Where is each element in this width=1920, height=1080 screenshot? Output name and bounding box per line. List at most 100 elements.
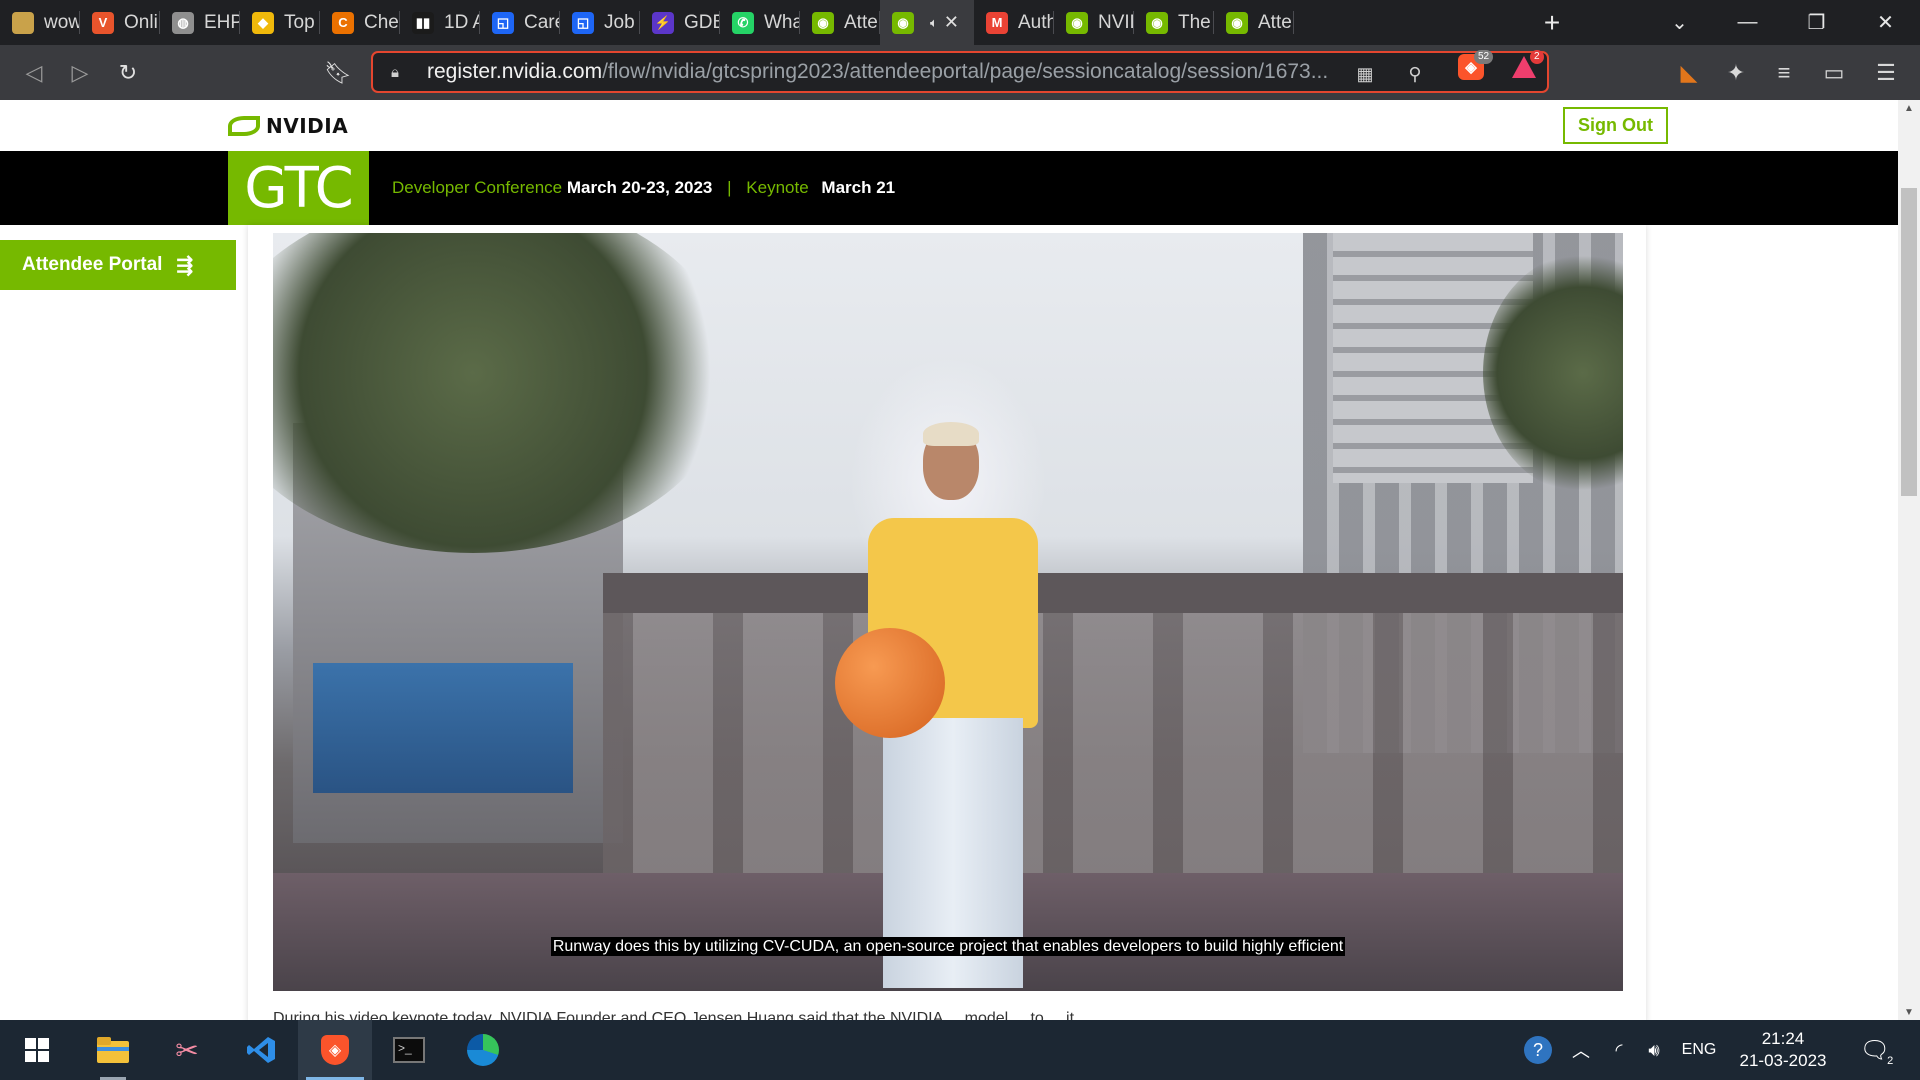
vivaldi-icon: V bbox=[92, 11, 114, 34]
conference-info: Developer Conference March 20-23, 2023 |… bbox=[392, 178, 895, 198]
nvidia-icon: ◉ bbox=[1066, 11, 1088, 34]
browser-tab[interactable]: ◉ The # bbox=[1134, 0, 1214, 45]
attendee-portal-button[interactable]: Attendee Portal ⇶ bbox=[0, 240, 236, 290]
back-button[interactable]: ◁ bbox=[16, 55, 52, 91]
lock-icon: 🔒︎ bbox=[391, 63, 399, 81]
terminal-icon: >_ bbox=[393, 1037, 425, 1063]
browser-tab[interactable]: V Online bbox=[80, 0, 160, 45]
gtc-logo[interactable]: GTC bbox=[228, 151, 369, 225]
browser-tab[interactable]: wow! bbox=[0, 0, 80, 45]
close-window-button[interactable]: ✕ bbox=[1851, 0, 1920, 45]
chegg-icon: C bbox=[332, 11, 354, 34]
scroll-thumb[interactable] bbox=[1901, 188, 1917, 496]
browser-tab[interactable]: ◆ Top C bbox=[240, 0, 320, 45]
start-button[interactable] bbox=[0, 1020, 74, 1080]
tab-title: NVID bbox=[1098, 11, 1134, 33]
tab-title: EHPD bbox=[204, 11, 240, 33]
browser-tab[interactable]: ◉ NVID bbox=[1054, 0, 1134, 45]
url-text[interactable]: register.nvidia.com/flow/nvidia/gtcsprin… bbox=[427, 60, 1337, 84]
browser-tab[interactable]: M Auth bbox=[974, 0, 1054, 45]
browser-tab[interactable]: ✆ WhatsApp bbox=[720, 0, 800, 45]
notification-center-icon[interactable]: 🗨︎ 2 bbox=[1855, 1020, 1897, 1080]
tab-title: The # bbox=[1178, 11, 1214, 33]
divider: | bbox=[727, 178, 732, 197]
help-icon[interactable]: ? bbox=[1518, 1020, 1558, 1080]
binance-icon: ◆ bbox=[252, 11, 274, 34]
tab-title: Online bbox=[124, 11, 160, 33]
language-indicator[interactable]: ENG bbox=[1674, 1020, 1724, 1080]
file-explorer-button[interactable] bbox=[76, 1020, 150, 1080]
snipping-tool-button[interactable]: ✂ bbox=[150, 1020, 224, 1080]
nvidia-icon: ◉ bbox=[812, 11, 834, 34]
edge-button[interactable] bbox=[446, 1020, 520, 1080]
shields-count-badge: 52 bbox=[1474, 50, 1494, 64]
browser-tab[interactable]: ▮▮ 1D A bbox=[400, 0, 480, 45]
scroll-down-arrow[interactable]: ▼ bbox=[1898, 1004, 1920, 1020]
browser-tab[interactable]: ◉ 🔈︎ ✕ bbox=[880, 0, 974, 45]
tab-title: 1D A bbox=[444, 11, 480, 33]
nvidia-icon: ◉ bbox=[1226, 11, 1248, 34]
browser-tab[interactable]: ◱ Job C bbox=[560, 0, 640, 45]
browser-tab[interactable]: ◍ EHPD bbox=[160, 0, 240, 45]
web-page: NVIDIA Sign Out GTC Developer Conference… bbox=[0, 100, 1898, 1020]
tab-close-icon[interactable]: ✕ bbox=[944, 12, 959, 33]
restore-button[interactable]: ❐ bbox=[1782, 0, 1851, 45]
tab-audio-icon[interactable]: 🔈︎ bbox=[930, 15, 938, 31]
reload-button[interactable]: ↻ bbox=[110, 55, 146, 91]
clock[interactable]: 21:24 21-03-2023 bbox=[1735, 1028, 1831, 1072]
wallet-icon[interactable]: ▭ bbox=[1816, 55, 1852, 91]
new-tab-button[interactable]: + bbox=[1527, 0, 1577, 45]
nvidia-logo[interactable]: NVIDIA bbox=[228, 114, 348, 138]
browser-tab[interactable]: ◉ Atten bbox=[800, 0, 880, 45]
dev-conf-label: Developer Conference bbox=[392, 178, 563, 197]
edge-icon bbox=[467, 1034, 499, 1066]
sign-out-button[interactable]: Sign Out bbox=[1563, 107, 1668, 144]
bookmark-icon[interactable]: 🔖︎ bbox=[320, 55, 356, 91]
tab-title: wow! bbox=[44, 11, 80, 33]
notification-count: 2 bbox=[1884, 1054, 1897, 1067]
address-bar[interactable]: 🔒︎ register.nvidia.com/flow/nvidia/gtcsp… bbox=[371, 51, 1549, 93]
video-caption: Runway does this by utilizing CV-CUDA, a… bbox=[550, 937, 1346, 956]
windows-taskbar: ✂ ◈ >_ ? ︿ ◜ 🔊︎ ENG 21:24 21-03-2023 🗨︎ 2 bbox=[0, 1020, 1920, 1080]
zoom-icon[interactable]: ⚲ bbox=[1403, 62, 1427, 86]
wifi-icon[interactable]: ◜ bbox=[1604, 1020, 1634, 1080]
volume-icon[interactable]: 🔊︎ bbox=[1639, 1020, 1669, 1080]
extensions-icon[interactable]: ✦ bbox=[1718, 55, 1754, 91]
qr-code-icon[interactable]: ▦ bbox=[1353, 62, 1377, 86]
tab-title: Career bbox=[524, 11, 560, 33]
tab-title: WhatsApp bbox=[764, 11, 800, 33]
tab-title: Atten bbox=[844, 11, 880, 33]
clock-time: 21:24 bbox=[1761, 1029, 1805, 1048]
browser-tab[interactable]: ⚡ GDB bbox=[640, 0, 720, 45]
metamask-icon[interactable]: ◣ bbox=[1671, 55, 1707, 91]
browser-tab[interactable]: ◉ Atten bbox=[1214, 0, 1294, 45]
keynote-label: Keynote bbox=[746, 178, 809, 197]
tab-search-icon[interactable]: ⌄ bbox=[1645, 0, 1714, 45]
minimize-button[interactable]: — bbox=[1713, 0, 1782, 45]
toolbar: ◁ ▷ ↻ 🔖︎ 🔒︎ register.nvidia.com/flow/nvi… bbox=[0, 45, 1920, 100]
video-player[interactable]: Runway does this by utilizing CV-CUDA, a… bbox=[273, 233, 1623, 991]
gtc-banner: GTC Developer Conference March 20-23, 20… bbox=[0, 151, 1898, 225]
keynote-date: March 21 bbox=[821, 178, 896, 197]
nvidia-icon: ◉ bbox=[892, 11, 914, 34]
dev-conf-dates: March 20-23, 2023 bbox=[566, 178, 713, 197]
page-scrollbar[interactable]: ▲ ▼ bbox=[1898, 100, 1920, 1020]
tab-title: Job C bbox=[604, 11, 640, 33]
brave-taskbar-button[interactable]: ◈ bbox=[298, 1020, 372, 1080]
show-hidden-icons[interactable]: ︿ bbox=[1566, 1020, 1596, 1080]
terminal-button[interactable]: >_ bbox=[372, 1020, 446, 1080]
browser-tab[interactable]: C Chegg bbox=[320, 0, 400, 45]
menu-arrow-icon: ⇶ bbox=[176, 254, 194, 277]
overpass bbox=[603, 573, 1623, 613]
vscode-button[interactable] bbox=[224, 1020, 298, 1080]
playlist-icon[interactable]: ≡ bbox=[1766, 55, 1802, 91]
bolt-icon: ⚡ bbox=[652, 11, 674, 34]
tab-title: Top C bbox=[284, 11, 320, 33]
menu-icon[interactable]: ☰ bbox=[1868, 55, 1904, 91]
tab-title: Chegg bbox=[364, 11, 400, 33]
scroll-up-arrow[interactable]: ▲ bbox=[1898, 100, 1920, 116]
basketball bbox=[835, 628, 945, 738]
browser-tab[interactable]: ◱ Career bbox=[480, 0, 560, 45]
forward-button[interactable]: ▷ bbox=[62, 55, 98, 91]
site-header: NVIDIA Sign Out bbox=[0, 100, 1898, 151]
